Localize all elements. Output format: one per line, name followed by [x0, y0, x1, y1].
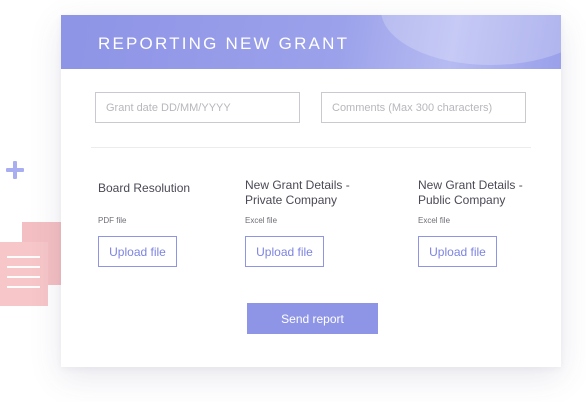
- upload-file-type: Excel file: [418, 216, 451, 225]
- upload-file-type: PDF file: [98, 216, 127, 225]
- upload-title: Board Resolution: [98, 181, 191, 195]
- document-line: [7, 276, 40, 278]
- upload-public-company: New Grant Details - Public Company Excel…: [418, 178, 558, 267]
- upload-title: New Grant Details - Public Company: [418, 178, 523, 207]
- comments-input[interactable]: [321, 92, 526, 123]
- upload-board-resolution: Board Resolution PDF file Upload file: [98, 178, 218, 267]
- document-line: [7, 286, 40, 288]
- send-report-button[interactable]: Send report: [247, 303, 378, 334]
- upload-file-type: Excel file: [245, 216, 278, 225]
- document-stack-icon: [0, 222, 62, 308]
- plus-icon: [6, 161, 24, 179]
- page-title: REPORTING NEW GRANT: [98, 34, 350, 53]
- upload-private-company-button[interactable]: Upload file: [245, 236, 324, 267]
- card-header: REPORTING NEW GRANT: [61, 15, 561, 69]
- document-line: [7, 266, 40, 268]
- upload-board-resolution-button[interactable]: Upload file: [98, 236, 177, 267]
- page: REPORTING NEW GRANT Board Resolution PDF…: [0, 0, 586, 402]
- document-line: [7, 256, 40, 258]
- report-card: REPORTING NEW GRANT Board Resolution PDF…: [61, 15, 561, 367]
- upload-public-company-button[interactable]: Upload file: [418, 236, 497, 267]
- upload-private-company: New Grant Details - Private Company Exce…: [245, 178, 385, 267]
- upload-title: New Grant Details - Private Company: [245, 178, 350, 207]
- divider: [91, 147, 531, 148]
- document-front-icon: [0, 242, 48, 306]
- grant-date-input[interactable]: [95, 92, 300, 123]
